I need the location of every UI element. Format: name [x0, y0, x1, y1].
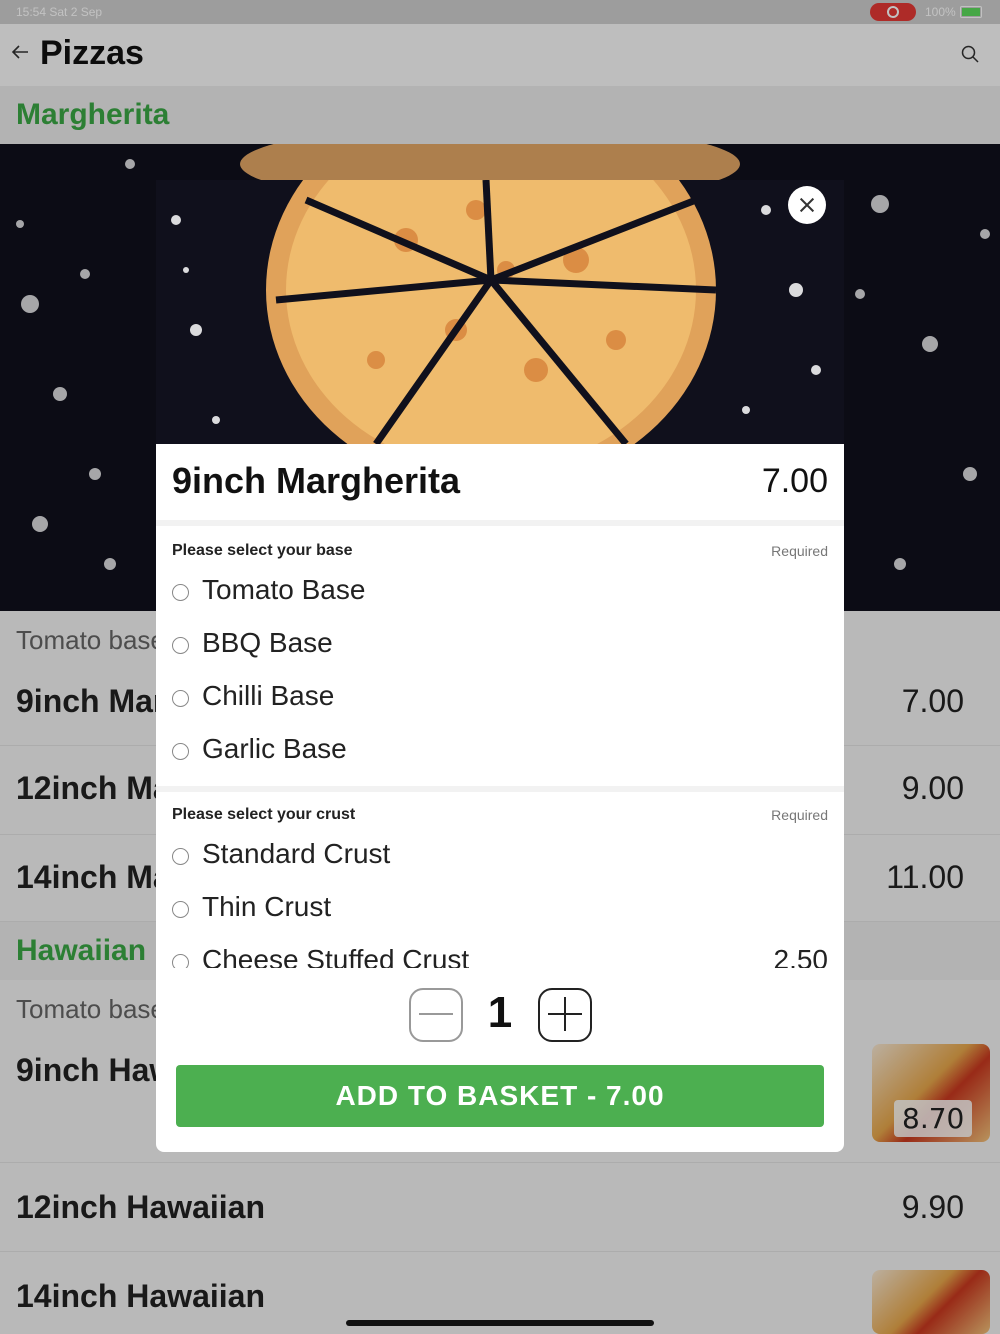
quantity-value: 1 [487, 988, 513, 1037]
quantity-stepper: 1 [156, 970, 844, 1060]
radio-button[interactable] [172, 901, 189, 918]
required-label: Required [771, 807, 828, 823]
option-label: Garlic Base [202, 733, 347, 764]
minus-icon[interactable] [409, 988, 463, 1042]
divider [156, 786, 844, 792]
radio-button[interactable] [172, 743, 189, 760]
radio-button[interactable] [172, 848, 189, 865]
option-label: Chilli Base [202, 680, 335, 711]
option-tomato-base[interactable]: Tomato Base [172, 572, 828, 612]
modal-item-price: 7.00 [761, 462, 828, 500]
item-options-modal: 9inch Margherita 7.00 Please select your… [156, 180, 844, 1152]
add-to-basket-button[interactable]: ADD TO BASKET - 7.00 [176, 1065, 824, 1127]
option-bbq-base[interactable]: BBQ Base [172, 625, 828, 665]
option-label: Standard Crust [202, 838, 391, 869]
radio-button[interactable] [172, 584, 189, 601]
item-photo [156, 180, 844, 444]
option-standard-crust[interactable]: Standard Crust [172, 836, 828, 876]
option-thin-crust[interactable]: Thin Crust [172, 889, 828, 929]
radio-button[interactable] [172, 690, 189, 707]
option-group-label: Please select your crust [172, 806, 356, 823]
modal-item-title: 9inch Margherita [172, 460, 461, 501]
option-label: BBQ Base [202, 627, 333, 658]
option-chilli-base[interactable]: Chilli Base [172, 678, 828, 718]
options-list[interactable]: Please select your base Required Tomato … [156, 528, 844, 968]
plus-icon[interactable] [538, 988, 592, 1042]
option-group-label: Please select your base [172, 542, 353, 559]
home-indicator[interactable] [346, 1320, 654, 1326]
radio-button[interactable] [172, 637, 189, 654]
option-cheese-stuffed-crust[interactable]: Cheese Stuffed Crust 2.50 [172, 942, 828, 968]
divider [156, 520, 844, 526]
option-price: 2.50 [773, 944, 829, 968]
option-label: Cheese Stuffed Crust [202, 944, 470, 968]
option-label: Tomato Base [202, 574, 366, 605]
option-garlic-base[interactable]: Garlic Base [172, 731, 828, 771]
required-label: Required [771, 543, 828, 559]
radio-button[interactable] [172, 954, 189, 968]
option-label: Thin Crust [202, 891, 332, 922]
close-icon[interactable] [788, 186, 826, 224]
